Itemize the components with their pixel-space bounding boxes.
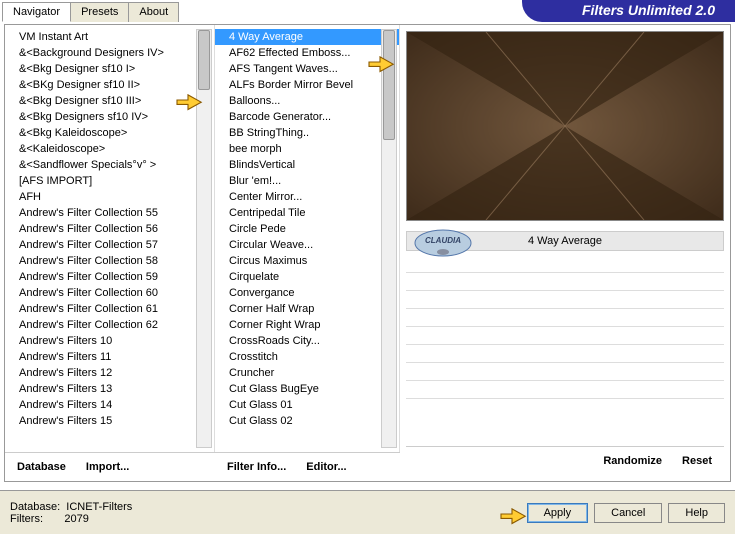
db-label: Database: bbox=[10, 501, 60, 513]
list-item[interactable]: Andrew's Filter Collection 59 bbox=[5, 269, 214, 285]
list-item[interactable]: Circular Weave... bbox=[215, 237, 399, 253]
filter-info-button[interactable]: Filter Info... bbox=[217, 457, 296, 477]
param-slider[interactable] bbox=[406, 273, 724, 291]
list-item[interactable]: Corner Half Wrap bbox=[215, 301, 399, 317]
filter-name-label: 4 Way Average bbox=[528, 235, 602, 247]
import-button[interactable]: Import... bbox=[76, 457, 139, 477]
svg-text:CLAUDIA: CLAUDIA bbox=[425, 236, 461, 245]
param-slider[interactable] bbox=[406, 345, 724, 363]
tab-bar: Navigator Presets About bbox=[2, 2, 178, 22]
list-item[interactable]: Andrew's Filter Collection 62 bbox=[5, 317, 214, 333]
list-item[interactable]: Andrew's Filters 14 bbox=[5, 397, 214, 413]
app-title: Filters Unlimited 2.0 bbox=[522, 0, 735, 22]
list-item[interactable]: BlindsVertical bbox=[215, 157, 399, 173]
list-item[interactable]: &<Kaleidoscope> bbox=[5, 141, 214, 157]
list-item[interactable]: &<Bkg Designer sf10 III> bbox=[5, 93, 214, 109]
list-item[interactable]: Balloons... bbox=[215, 93, 399, 109]
filters-label: Filters: bbox=[10, 513, 43, 525]
list-item[interactable]: Centripedal Tile bbox=[215, 205, 399, 221]
list-item[interactable]: Andrew's Filter Collection 58 bbox=[5, 253, 214, 269]
list-item[interactable]: bee morph bbox=[215, 141, 399, 157]
list-item[interactable]: Andrew's Filter Collection 56 bbox=[5, 221, 214, 237]
tab-navigator[interactable]: Navigator bbox=[2, 2, 71, 22]
list-item[interactable]: Andrew's Filters 12 bbox=[5, 365, 214, 381]
list-item[interactable]: Barcode Generator... bbox=[215, 109, 399, 125]
scrollbar[interactable] bbox=[381, 29, 397, 448]
cancel-button[interactable]: Cancel bbox=[594, 503, 662, 523]
param-slider[interactable] bbox=[406, 327, 724, 345]
watermark-badge: CLAUDIA bbox=[413, 228, 473, 258]
filter-list[interactable]: 4 Way AverageAF62 Effected Emboss...AFS … bbox=[215, 25, 400, 452]
list-item[interactable]: Andrew's Filters 15 bbox=[5, 413, 214, 429]
param-slider[interactable] bbox=[406, 309, 724, 327]
list-item[interactable]: Andrew's Filter Collection 57 bbox=[5, 237, 214, 253]
list-item[interactable]: Andrew's Filters 13 bbox=[5, 381, 214, 397]
reset-button[interactable]: Reset bbox=[672, 451, 722, 471]
list-item[interactable]: &<Background Designers IV> bbox=[5, 45, 214, 61]
selected-filter-name: 4 Way Average CLAUDIA bbox=[406, 231, 724, 251]
param-slider[interactable] bbox=[406, 291, 724, 309]
list-item[interactable]: Andrew's Filter Collection 55 bbox=[5, 205, 214, 221]
list-item[interactable]: Circle Pede bbox=[215, 221, 399, 237]
list-item[interactable]: Blur 'em!... bbox=[215, 173, 399, 189]
list-item[interactable]: Circus Maximus bbox=[215, 253, 399, 269]
list-item[interactable]: Cirquelate bbox=[215, 269, 399, 285]
param-slider[interactable] bbox=[406, 381, 724, 399]
list-item[interactable]: Convergance bbox=[215, 285, 399, 301]
footer-info: Database: ICNET-Filters Filters: 2079 bbox=[10, 501, 527, 525]
list-item[interactable]: Andrew's Filters 10 bbox=[5, 333, 214, 349]
list-item[interactable]: &<Bkg Kaleidoscope> bbox=[5, 125, 214, 141]
list-item[interactable]: &<BKg Designer sf10 II> bbox=[5, 77, 214, 93]
list-item[interactable]: Andrew's Filter Collection 61 bbox=[5, 301, 214, 317]
list-item[interactable]: 4 Way Average bbox=[215, 29, 399, 45]
db-value: ICNET-Filters bbox=[66, 501, 132, 513]
randomize-button[interactable]: Randomize bbox=[593, 451, 672, 471]
list-item[interactable]: Cut Glass 02 bbox=[215, 413, 399, 429]
editor-button[interactable]: Editor... bbox=[296, 457, 356, 477]
filters-count: 2079 bbox=[64, 513, 88, 525]
tab-about[interactable]: About bbox=[128, 2, 179, 22]
help-button[interactable]: Help bbox=[668, 503, 725, 523]
apply-button[interactable]: Apply bbox=[527, 503, 589, 523]
list-item[interactable]: &<Bkg Designer sf10 I> bbox=[5, 61, 214, 77]
category-list[interactable]: VM Instant Art&<Background Designers IV>… bbox=[5, 25, 215, 452]
list-item[interactable]: [AFS IMPORT] bbox=[5, 173, 214, 189]
list-item[interactable]: ALFs Border Mirror Bevel bbox=[215, 77, 399, 93]
list-item[interactable]: Cut Glass 01 bbox=[215, 397, 399, 413]
list-item[interactable]: Andrew's Filters 11 bbox=[5, 349, 214, 365]
list-item[interactable]: VM Instant Art bbox=[5, 29, 214, 45]
database-button[interactable]: Database bbox=[7, 457, 76, 477]
list-item[interactable]: Center Mirror... bbox=[215, 189, 399, 205]
list-item[interactable]: AFS Tangent Waves... bbox=[215, 61, 399, 77]
list-item[interactable]: Crosstitch bbox=[215, 349, 399, 365]
list-item[interactable]: Andrew's Filter Collection 60 bbox=[5, 285, 214, 301]
list-item[interactable]: CrossRoads City... bbox=[215, 333, 399, 349]
list-item[interactable]: Cut Glass BugEye bbox=[215, 381, 399, 397]
list-item[interactable]: AFH bbox=[5, 189, 214, 205]
filter-preview bbox=[406, 31, 724, 221]
param-slider[interactable] bbox=[406, 363, 724, 381]
list-item[interactable]: Corner Right Wrap bbox=[215, 317, 399, 333]
list-item[interactable]: &<Bkg Designers sf10 IV> bbox=[5, 109, 214, 125]
tab-presets[interactable]: Presets bbox=[70, 2, 129, 22]
list-item[interactable]: Cruncher bbox=[215, 365, 399, 381]
list-item[interactable]: BB StringThing.. bbox=[215, 125, 399, 141]
list-item[interactable]: AF62 Effected Emboss... bbox=[215, 45, 399, 61]
list-item[interactable]: &<Sandflower Specials°v° > bbox=[5, 157, 214, 173]
scrollbar[interactable] bbox=[196, 29, 212, 448]
